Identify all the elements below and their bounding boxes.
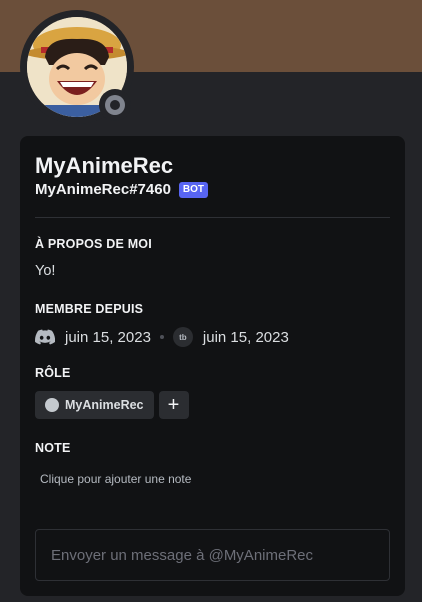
role-name: MyAnimeRec	[65, 398, 144, 412]
note-field[interactable]: Clique pour ajouter une note	[40, 472, 191, 486]
divider	[35, 217, 390, 218]
server-icon: tb	[172, 327, 193, 347]
message-box[interactable]	[35, 529, 390, 581]
member-since-title: MEMBRE DEPUIS	[35, 302, 144, 316]
message-input[interactable]	[49, 545, 376, 565]
role-list: MyAnimeRec +	[35, 391, 189, 419]
status-indicator	[99, 89, 131, 121]
username: MyAnimeRec#7460	[35, 181, 171, 198]
role-color-icon	[45, 398, 59, 412]
display-name: MyAnimeRec	[35, 153, 174, 178]
avatar-container	[20, 10, 134, 124]
offline-status-icon	[105, 95, 125, 115]
role-chip[interactable]: MyAnimeRec	[35, 391, 154, 419]
about-title: À PROPOS DE MOI	[35, 237, 152, 251]
discord-join-date: juin 15, 2023	[65, 328, 151, 346]
note-title: NOTE	[35, 441, 71, 455]
bot-badge: BOT	[178, 181, 209, 198]
discord-icon	[35, 329, 56, 345]
about-text: Yo!	[35, 263, 56, 279]
server-join-date: juin 15, 2023	[202, 328, 289, 346]
profile-card: MyAnimeRec MyAnimeRec#7460 BOT À PROPOS …	[20, 136, 405, 596]
separator-dot	[159, 335, 164, 339]
add-role-button[interactable]: +	[158, 391, 189, 419]
role-title: RÔLE	[35, 366, 71, 380]
member-since-row: juin 15, 2023 tb juin 15, 2023	[35, 327, 289, 347]
username-row: MyAnimeRec#7460 BOT	[35, 181, 209, 198]
